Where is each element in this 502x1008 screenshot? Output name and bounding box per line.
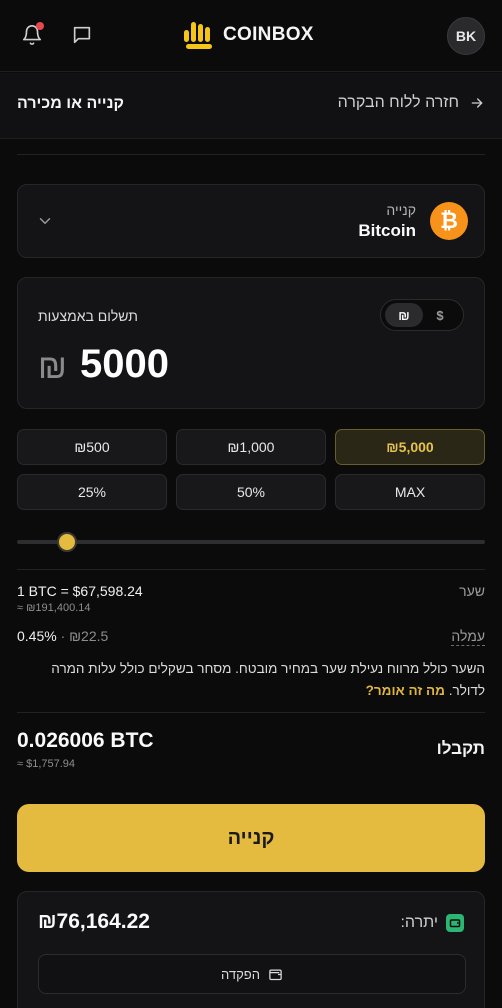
avatar[interactable]: BK [447,17,485,55]
balance-label: יתרה: [400,914,438,931]
asset-name: Bitcoin [358,221,416,240]
amount-slider[interactable] [17,530,485,554]
payment-method-label: תשלום באמצעות [38,308,138,324]
fee-label[interactable]: עמלה [451,628,485,646]
arrow-right-icon [471,98,483,108]
currency-ils-option[interactable]: ₪ [385,303,423,327]
bitcoin-icon: ₿ [430,202,468,240]
fee-label-text: עמלה [451,628,485,646]
chevron-down-icon [39,218,51,224]
rate-value: 1 BTC = $67,598.24 [17,583,143,599]
notification-dot [36,22,44,30]
slider-thumb[interactable] [57,532,77,552]
wallet-outline-icon [269,969,282,980]
amount-chip-500[interactable]: ₪500 [17,429,167,465]
buy-button[interactable]: קנייה [17,804,485,872]
what-does-it-mean-link[interactable]: מה זה אומר? [366,683,445,698]
currency-symbol: ₪ [38,348,67,386]
rate-value-ils: ≈ ₪191,400.14 [17,602,91,614]
amount-chip-1000[interactable]: ₪1,000 [176,429,326,465]
fee-percent: 0.45% [17,628,57,644]
notifications-button[interactable] [17,20,47,50]
currency-toggle[interactable]: ₪ $ [380,299,464,331]
percent-chip-25[interactable]: 25% [17,474,167,510]
receive-amount: 0.026006 BTC [17,729,154,752]
divider [17,712,485,713]
page-title: קנייה או מכירה [17,95,124,112]
rate-disclaimer: השער כולל מרווח נעילת שער במחיר מובטח. מ… [17,658,485,702]
currency-usd-option[interactable]: $ [421,303,459,327]
payment-amount-card: תשלום באמצעות ₪ $ ₪ 5000 [17,277,485,409]
fee-separator: · [60,628,66,644]
percent-chip-max[interactable]: MAX [335,474,485,510]
wallet-icon [446,914,464,932]
balance-card: יתרה: ₪76,164.22 הפקדה [17,891,485,1008]
fee-amount: ₪22.5 [69,628,109,644]
deposit-button[interactable]: הפקדה [38,954,466,994]
balance-label-group: יתרה: [400,914,464,932]
amount-input[interactable]: 5000 [80,342,169,387]
divider [17,569,485,570]
fee-value: 0.45% · ₪22.5 [17,628,108,644]
receive-amount-usd: ≈ $1,757.94 [17,758,76,770]
messages-button[interactable] [67,20,97,50]
coinbox-logo[interactable]: COINBOX [183,18,314,52]
back-to-dashboard-link[interactable]: חזרה ללוח הבקרה [338,94,485,112]
balance-value: ₪76,164.22 [38,910,150,933]
top-bar: COINBOX BK [0,0,502,72]
slider-track[interactable] [17,540,485,544]
logo-mark-icon [184,22,212,49]
deposit-label: הפקדה [221,966,260,982]
page-header: קנייה או מכירה חזרה ללוח הבקרה [0,73,502,139]
asset-selector[interactable]: ₿ קנייה Bitcoin [17,184,485,258]
asset-action-label: קנייה [386,202,416,218]
divider [17,154,485,155]
amount-chip-5000[interactable]: ₪5,000 [335,429,485,465]
receive-label: תקבלו [436,739,485,758]
back-label: חזרה ללוח הבקרה [337,94,459,111]
percent-chip-50[interactable]: 50% [176,474,326,510]
rate-label: שער [459,583,485,599]
logo-text: COINBOX [223,24,314,45]
chat-icon [73,26,91,44]
